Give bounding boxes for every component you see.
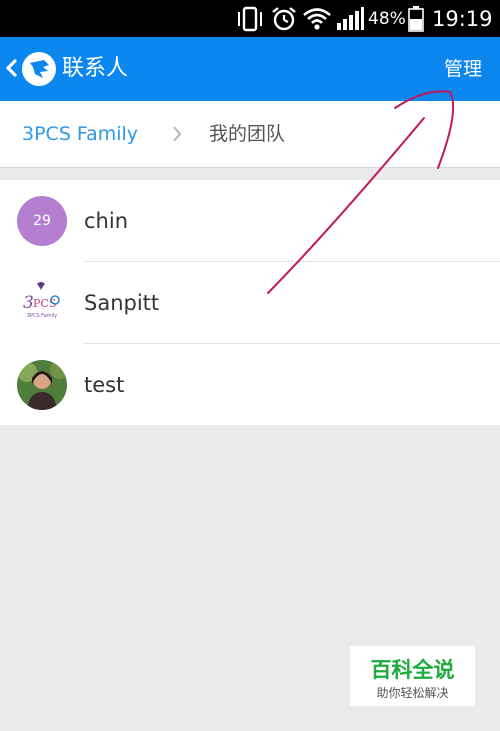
manage-button[interactable]: 管理: [444, 37, 482, 101]
chevron-right-icon: [173, 126, 182, 142]
signal-icon: [336, 0, 364, 37]
battery-icon: [407, 0, 425, 37]
avatar: 29: [17, 196, 67, 246]
contact-row-chin[interactable]: 29 chin: [0, 180, 500, 262]
clock: 19:19: [432, 6, 493, 31]
wifi-icon: [302, 0, 332, 37]
contact-row-sanpitt[interactable]: 3 PCS 3PCS Family Sanpitt: [0, 262, 500, 344]
3pcs-logo-image: 3 PCS 3PCS Family: [23, 282, 60, 319]
contact-name: test: [84, 373, 125, 397]
back-icon[interactable]: [4, 53, 18, 83]
watermark-subtitle: 助你轻松解决: [376, 686, 449, 700]
page-title: 联系人: [62, 56, 129, 81]
alarm-icon: [270, 0, 298, 37]
avatar: 3 PCS 3PCS Family: [17, 278, 67, 328]
battery-percent: 48%: [368, 8, 406, 29]
contact-name: chin: [84, 209, 128, 233]
contact-name: Sanpitt: [84, 291, 160, 315]
svg-text:3PCS Family: 3PCS Family: [27, 313, 58, 319]
avatar: [17, 360, 67, 410]
app-logo-icon: [22, 52, 56, 86]
vibrate-icon: [235, 0, 265, 37]
contact-list: 29 chin 3 PCS 3PCS Family Sanpitt test: [0, 180, 500, 425]
breadcrumb: 3PCS Family 我的团队: [0, 101, 500, 168]
profile-photo-image: [17, 360, 67, 410]
app-bar: 联系人 管理: [0, 37, 500, 101]
breadcrumb-root-link[interactable]: 3PCS Family: [22, 101, 138, 167]
watermark-title: 百科全说: [370, 658, 455, 682]
status-bar: 48% 19:19: [0, 0, 500, 37]
contact-row-test[interactable]: test: [0, 344, 500, 426]
breadcrumb-current: 我的团队: [209, 123, 286, 145]
watermark: 百科全说 助你轻松解决: [350, 646, 475, 706]
